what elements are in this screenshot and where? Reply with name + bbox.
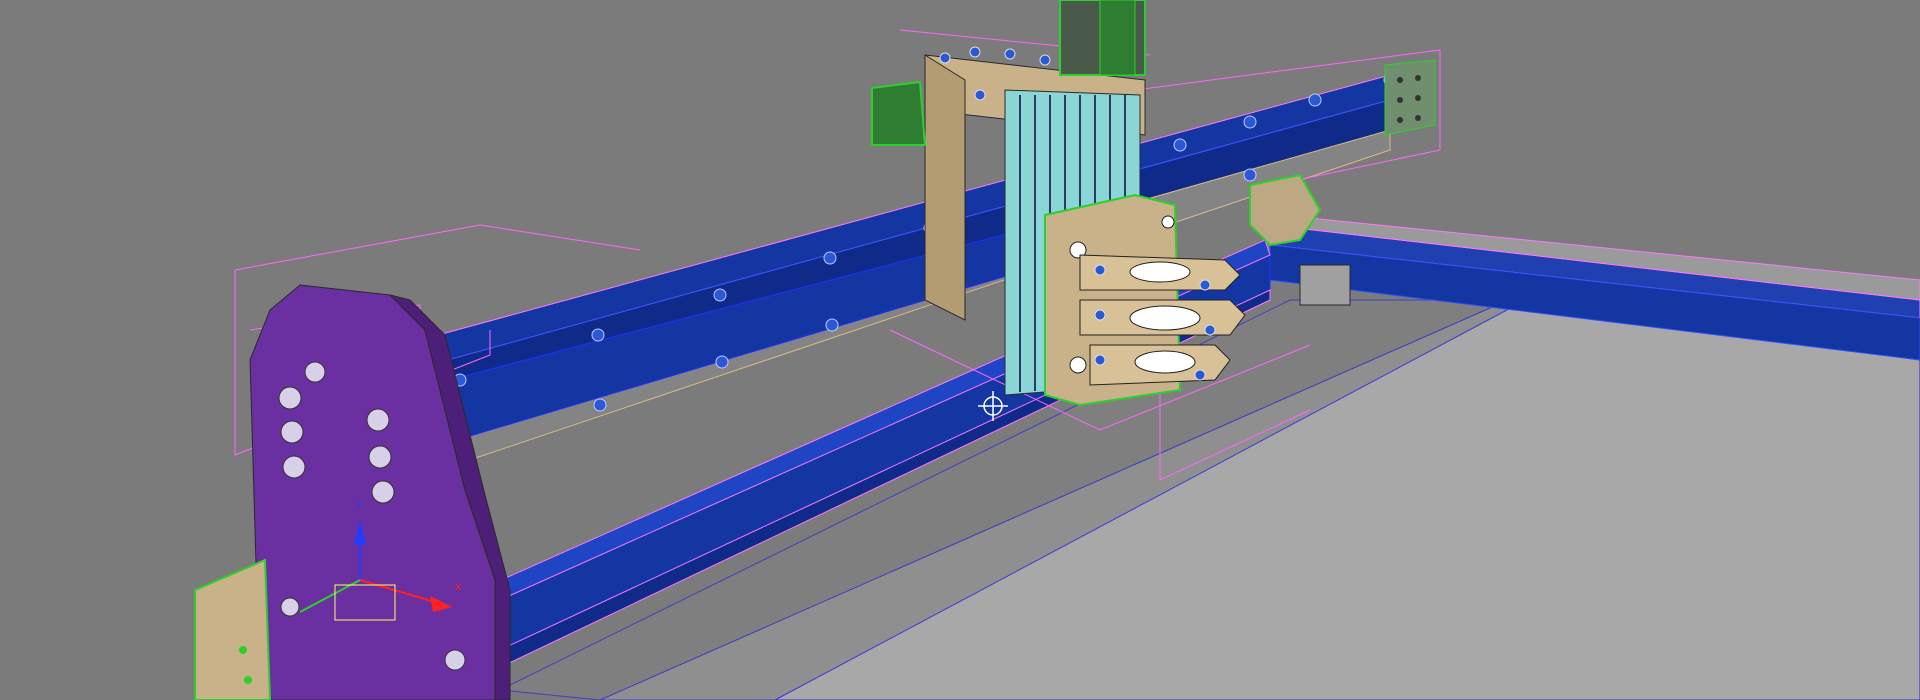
carriage-side-plate[interactable] xyxy=(924,54,966,321)
right-end-bracket[interactable] xyxy=(1384,59,1436,136)
gizmo-z-label: z xyxy=(356,498,362,511)
rail-end-block[interactable] xyxy=(1299,264,1351,306)
3d-viewport[interactable]: z x xyxy=(0,0,1920,700)
left-foot-plate[interactable] xyxy=(194,558,272,700)
x-stepper-motor[interactable] xyxy=(871,80,927,146)
cnc-scene[interactable]: z x xyxy=(0,0,1920,700)
z-motor-highlight xyxy=(1099,0,1136,76)
gizmo-x-label: x xyxy=(455,580,462,593)
